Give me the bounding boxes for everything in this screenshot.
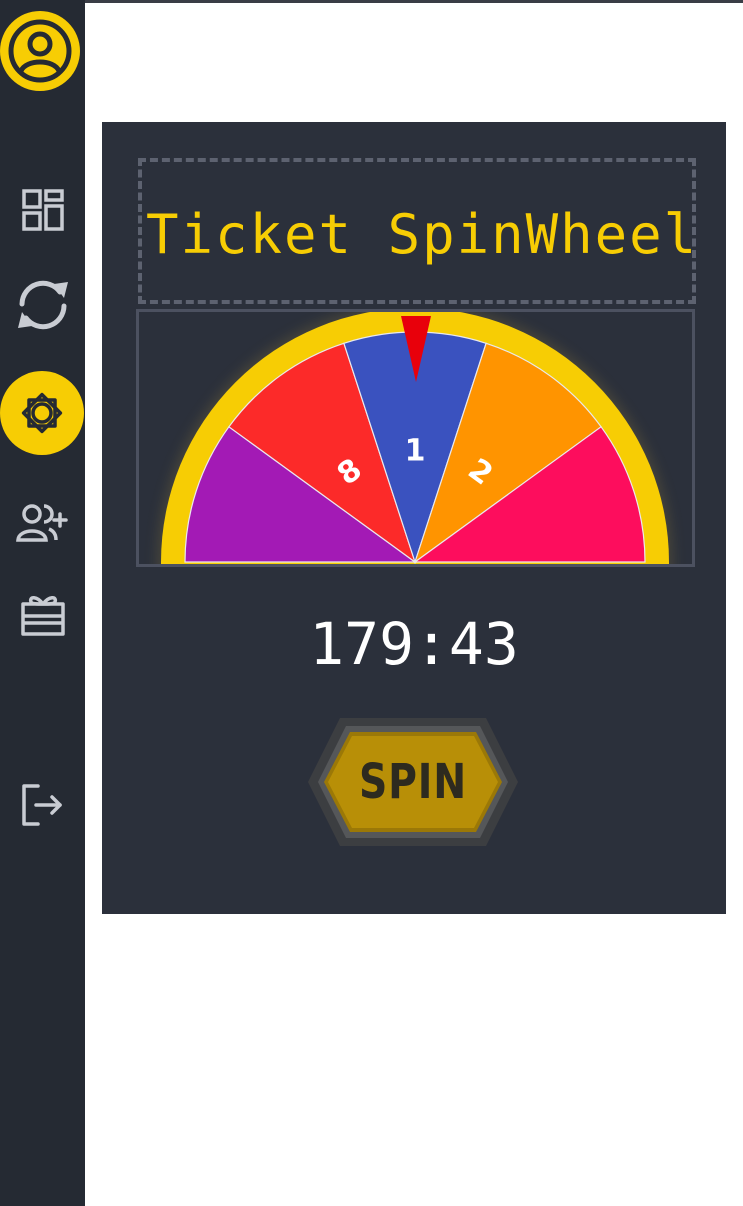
- sidebar-item-refresh[interactable]: [0, 276, 85, 334]
- sidebar-item-spin-wheel[interactable]: [0, 371, 84, 455]
- spin-wheel-panel: Ticket SpinWheel Re 812 179:43 SPIN: [102, 122, 726, 914]
- wheel-frame: 812: [136, 309, 695, 567]
- sidebar-item-dashboard[interactable]: [0, 187, 85, 233]
- gift-box-icon: [20, 596, 65, 636]
- profile-avatar[interactable]: [0, 11, 80, 91]
- sidebar-item-rewards[interactable]: [0, 590, 85, 638]
- spin-button-label: SPIN: [358, 754, 468, 810]
- refresh-icon: [17, 280, 68, 330]
- add-user-icon: [15, 504, 68, 542]
- sidebar-item-add-user[interactable]: [0, 500, 85, 546]
- sidebar-item-logout[interactable]: [0, 782, 85, 828]
- user-circle-icon: [8, 19, 72, 83]
- spin-button[interactable]: SPIN: [308, 716, 518, 848]
- logout-icon: [21, 784, 62, 826]
- prize-wheel[interactable]: 812: [139, 312, 692, 564]
- wheel-segment-label: 1: [405, 434, 426, 469]
- marquee-text: Ticket SpinWheel Re: [146, 203, 696, 266]
- dashboard-grid-icon: [21, 189, 64, 231]
- top-border: [0, 0, 743, 3]
- marquee-banner: Ticket SpinWheel Re: [138, 158, 696, 304]
- countdown-timer: 179:43: [309, 610, 519, 678]
- spin-wheel-badge-icon: [21, 392, 63, 434]
- sidebar: [0, 0, 85, 1206]
